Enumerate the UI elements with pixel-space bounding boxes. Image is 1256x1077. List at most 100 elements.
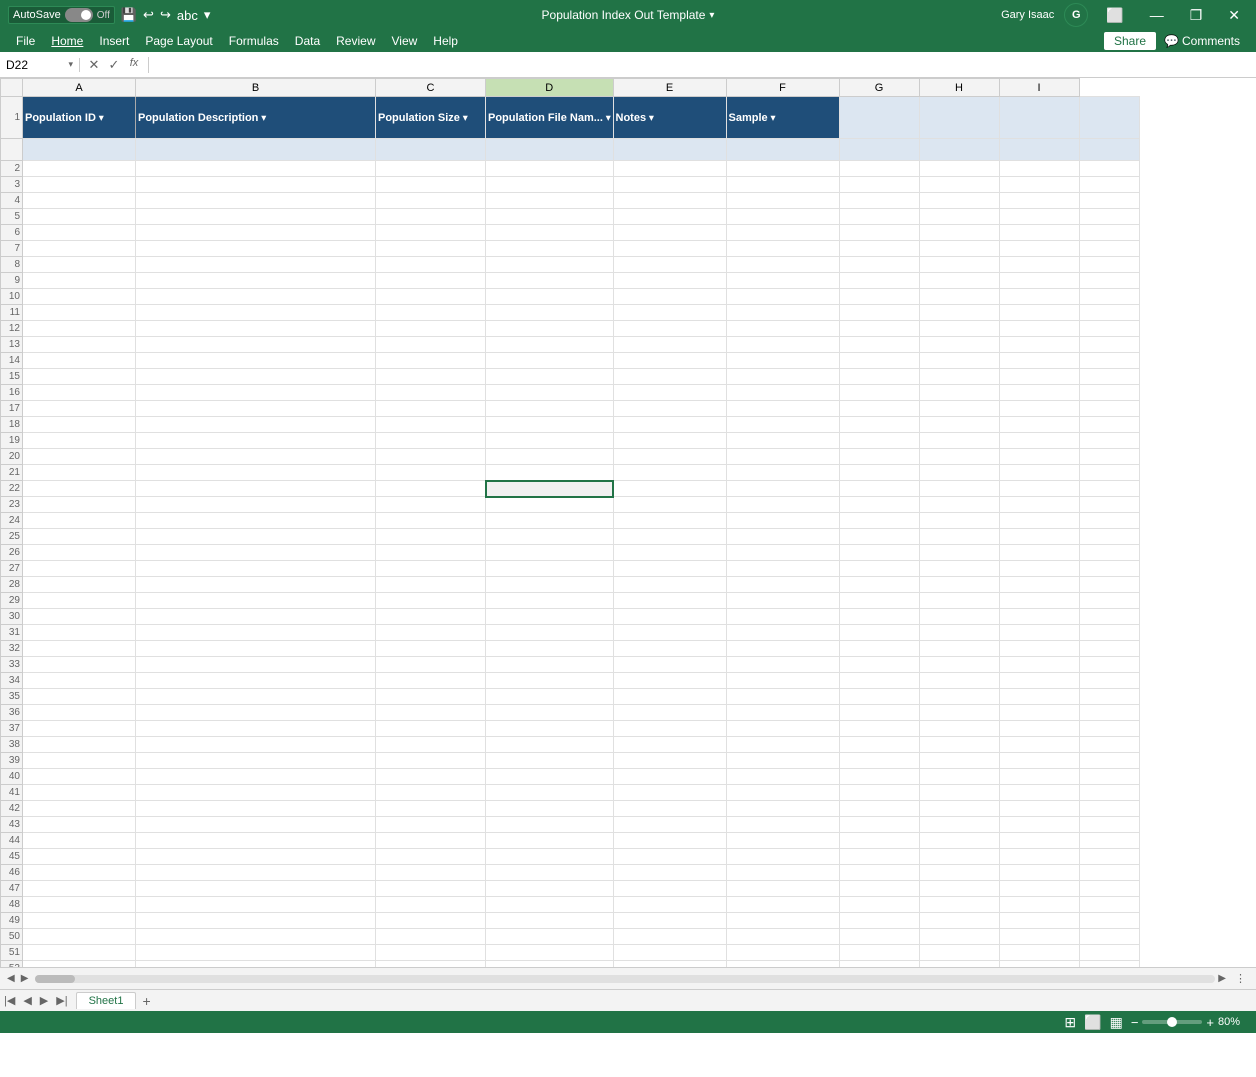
cell-C-22[interactable]: [376, 481, 486, 497]
cell-J-36[interactable]: [1079, 705, 1139, 721]
row-num-14[interactable]: 14: [1, 353, 23, 369]
menu-insert[interactable]: Insert: [91, 30, 137, 52]
cell-A-14[interactable]: [23, 353, 136, 369]
comments-button[interactable]: 💬 Comments: [1156, 32, 1248, 50]
cell-C-42[interactable]: [376, 801, 486, 817]
cell-B-3[interactable]: [136, 177, 376, 193]
cell-C-11[interactable]: [376, 305, 486, 321]
cell-G-50[interactable]: [839, 929, 919, 945]
cell-F-51[interactable]: [726, 945, 839, 961]
cell-H-27[interactable]: [919, 561, 999, 577]
cell-J-32[interactable]: [1079, 641, 1139, 657]
cell-E-27[interactable]: [613, 561, 726, 577]
cell-D-29[interactable]: [486, 593, 614, 609]
cell-D-19[interactable]: [486, 433, 614, 449]
cell-F-23[interactable]: [726, 497, 839, 513]
cell-C-25[interactable]: [376, 529, 486, 545]
cell-B-16[interactable]: [136, 385, 376, 401]
cell-D-5[interactable]: [486, 209, 614, 225]
cell-D-43[interactable]: [486, 817, 614, 833]
cell-D-47[interactable]: [486, 881, 614, 897]
cell-I-13[interactable]: [999, 337, 1079, 353]
cell-G-51[interactable]: [839, 945, 919, 961]
cell-J-46[interactable]: [1079, 865, 1139, 881]
cell-I-38[interactable]: [999, 737, 1079, 753]
cell-D-10[interactable]: [486, 289, 614, 305]
cell-I-44[interactable]: [999, 833, 1079, 849]
cell-G-6[interactable]: [839, 225, 919, 241]
ribbon-toggle-icon[interactable]: ⬜: [1098, 7, 1131, 24]
cell-E-36[interactable]: [613, 705, 726, 721]
cell-I-7[interactable]: [999, 241, 1079, 257]
cell-G-43[interactable]: [839, 817, 919, 833]
cell-H-42[interactable]: [919, 801, 999, 817]
cell-B-36[interactable]: [136, 705, 376, 721]
cell-C-49[interactable]: [376, 913, 486, 929]
cell-F-25[interactable]: [726, 529, 839, 545]
add-sheet-button[interactable]: +: [136, 993, 156, 1009]
cell-B-50[interactable]: [136, 929, 376, 945]
cell-A-31[interactable]: [23, 625, 136, 641]
cell-J-38[interactable]: [1079, 737, 1139, 753]
cell-D-42[interactable]: [486, 801, 614, 817]
cell-D-17[interactable]: [486, 401, 614, 417]
cell-F-18[interactable]: [726, 417, 839, 433]
cell-E-48[interactable]: [613, 897, 726, 913]
cell-F-6[interactable]: [726, 225, 839, 241]
row-num-40[interactable]: 40: [1, 769, 23, 785]
cell-C-14[interactable]: [376, 353, 486, 369]
cell-H-7[interactable]: [919, 241, 999, 257]
row-num-1[interactable]: 1: [1, 97, 23, 139]
cell-F-2[interactable]: [726, 161, 839, 177]
cell-J-5[interactable]: [1079, 209, 1139, 225]
cell-G-14[interactable]: [839, 353, 919, 369]
cell-G-44[interactable]: [839, 833, 919, 849]
cell-H-48[interactable]: [919, 897, 999, 913]
cell-G-47[interactable]: [839, 881, 919, 897]
cell-G-13[interactable]: [839, 337, 919, 353]
cell-A-48[interactable]: [23, 897, 136, 913]
cell-D-45[interactable]: [486, 849, 614, 865]
cell-I-10[interactable]: [999, 289, 1079, 305]
cell-C-37[interactable]: [376, 721, 486, 737]
row-num-13[interactable]: 13: [1, 337, 23, 353]
cell-I-50[interactable]: [999, 929, 1079, 945]
cell-H-13[interactable]: [919, 337, 999, 353]
cell-C-39[interactable]: [376, 753, 486, 769]
cell-H-20[interactable]: [919, 449, 999, 465]
cell-C-23[interactable]: [376, 497, 486, 513]
cell-E-11[interactable]: [613, 305, 726, 321]
cell-H-35[interactable]: [919, 689, 999, 705]
cell-D-14[interactable]: [486, 353, 614, 369]
cell-G-9[interactable]: [839, 273, 919, 289]
cell-B-8[interactable]: [136, 257, 376, 273]
next-sheet-nav[interactable]: ▶: [36, 994, 52, 1007]
cell-B-34[interactable]: [136, 673, 376, 689]
cell-E-39[interactable]: [613, 753, 726, 769]
cell-A-45[interactable]: [23, 849, 136, 865]
cell-D-32[interactable]: [486, 641, 614, 657]
page-layout-view-icon[interactable]: ⬜: [1084, 1014, 1101, 1031]
cell-F-44[interactable]: [726, 833, 839, 849]
cell-C-46[interactable]: [376, 865, 486, 881]
row-num-2[interactable]: 2: [1, 161, 23, 177]
row-num-6[interactable]: 6: [1, 225, 23, 241]
row-num-31[interactable]: 31: [1, 625, 23, 641]
cell-F-49[interactable]: [726, 913, 839, 929]
cell-D-36[interactable]: [486, 705, 614, 721]
cell-D-37[interactable]: [486, 721, 614, 737]
cell-G-39[interactable]: [839, 753, 919, 769]
cell-A-40[interactable]: [23, 769, 136, 785]
cell-J-4[interactable]: [1079, 193, 1139, 209]
cell-F-36[interactable]: [726, 705, 839, 721]
cell-D-35[interactable]: [486, 689, 614, 705]
row-num-26[interactable]: 26: [1, 545, 23, 561]
menu-home[interactable]: Home: [43, 30, 91, 52]
cell-G-33[interactable]: [839, 657, 919, 673]
cell-F-5[interactable]: [726, 209, 839, 225]
cell-A-35[interactable]: [23, 689, 136, 705]
cell-A-47[interactable]: [23, 881, 136, 897]
cell-C-33[interactable]: [376, 657, 486, 673]
cell-B-39[interactable]: [136, 753, 376, 769]
cell-H-23[interactable]: [919, 497, 999, 513]
